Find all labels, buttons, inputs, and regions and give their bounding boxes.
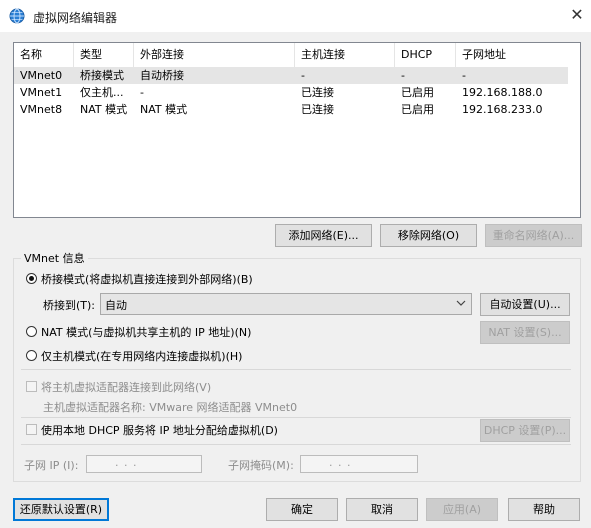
bridge-mode-label[interactable]: 桥接模式(将虚拟机直接连接到外部网络)(B): [41, 271, 253, 287]
cell-name: VMnet0: [20, 69, 63, 82]
nat-mode-radio[interactable]: [26, 326, 37, 337]
cell-subnet: 192.168.188.0: [462, 86, 543, 99]
subnet-mask-input[interactable]: . . .: [300, 455, 418, 473]
rename-network-button[interactable]: 重命名网络(A)...: [485, 224, 582, 247]
help-button[interactable]: 帮助: [508, 498, 580, 521]
cell-host: -: [301, 69, 305, 82]
divider: [21, 369, 571, 370]
dhcp-checkbox[interactable]: [26, 424, 37, 435]
auto-settings-button[interactable]: 自动设置(U)...: [480, 293, 570, 316]
cell-external: -: [140, 86, 144, 99]
column-header-external[interactable]: 外部连接: [134, 43, 295, 67]
vmnet-info-group: [13, 258, 581, 482]
table-row[interactable]: VMnet8 NAT 模式 NAT 模式 已连接 已启用 192.168.233…: [14, 101, 568, 118]
cell-subnet: -: [462, 69, 466, 82]
vmnet-info-legend: VMnet 信息: [21, 250, 88, 266]
cell-external: 自动桥接: [140, 69, 184, 82]
dhcp-label[interactable]: 使用本地 DHCP 服务将 IP 地址分配给虚拟机(D): [41, 422, 278, 438]
cell-dhcp: 已启用: [401, 86, 434, 99]
column-header-dhcp[interactable]: DHCP: [395, 43, 456, 67]
bridge-to-value: 自动: [105, 299, 127, 312]
subnet-ip-input[interactable]: . . .: [86, 455, 202, 473]
table-row[interactable]: VMnet1 仅主机... - 已连接 已启用 192.168.188.0: [14, 84, 568, 101]
bridge-to-select[interactable]: 自动: [100, 293, 472, 315]
cell-type: 桥接模式: [80, 69, 124, 82]
cell-host: 已连接: [301, 103, 334, 116]
nat-settings-button[interactable]: NAT 设置(S)...: [480, 321, 570, 344]
bridge-to-label: 桥接到(T):: [43, 299, 96, 312]
nat-mode-label[interactable]: NAT 模式(与虚拟机共享主机的 IP 地址)(N): [41, 324, 251, 340]
globe-icon: [9, 8, 25, 24]
adapter-name-label: 主机虚拟适配器名称: VMware 网络适配器 VMnet0: [43, 401, 298, 414]
divider: [21, 444, 571, 445]
cell-name: VMnet1: [20, 86, 63, 99]
cell-type: 仅主机...: [80, 86, 124, 99]
column-header-host[interactable]: 主机连接: [295, 43, 395, 67]
remove-network-button[interactable]: 移除网络(O): [380, 224, 477, 247]
network-table: 名称 类型 外部连接 主机连接 DHCP 子网地址 VMnet0 桥接模式 自动…: [13, 42, 581, 218]
table-row[interactable]: VMnet0 桥接模式 自动桥接 - - -: [14, 67, 568, 84]
column-header-name[interactable]: 名称: [14, 43, 74, 67]
window-title: 虚拟网络编辑器: [33, 11, 118, 25]
cell-host: 已连接: [301, 86, 334, 99]
connect-adapter-label[interactable]: 将主机虚拟适配器连接到此网络(V): [41, 379, 211, 395]
divider: [21, 417, 571, 418]
close-icon[interactable]: ✕: [566, 4, 588, 26]
bridge-mode-radio[interactable]: [26, 273, 37, 284]
cell-name: VMnet8: [20, 103, 63, 116]
add-network-button[interactable]: 添加网络(E)...: [275, 224, 372, 247]
apply-button[interactable]: 应用(A): [426, 498, 498, 521]
cell-type: NAT 模式: [80, 103, 128, 116]
restore-defaults-button[interactable]: 还原默认设置(R): [13, 498, 109, 521]
host-only-radio[interactable]: [26, 350, 37, 361]
cell-dhcp: -: [401, 69, 405, 82]
column-header-type[interactable]: 类型: [74, 43, 134, 67]
cell-subnet: 192.168.233.0: [462, 103, 543, 116]
connect-adapter-checkbox[interactable]: [26, 381, 37, 392]
column-header-subnet[interactable]: 子网地址: [456, 43, 568, 67]
ok-button[interactable]: 确定: [266, 498, 338, 521]
cell-external: NAT 模式: [140, 103, 188, 116]
cell-dhcp: 已启用: [401, 103, 434, 116]
cancel-button[interactable]: 取消: [346, 498, 418, 521]
host-only-label[interactable]: 仅主机模式(在专用网络内连接虚拟机)(H): [41, 348, 242, 364]
subnet-mask-label: 子网掩码(M):: [228, 459, 294, 472]
dhcp-settings-button[interactable]: DHCP 设置(P)...: [480, 419, 570, 442]
subnet-ip-label: 子网 IP (I):: [24, 459, 79, 472]
chevron-down-icon: [455, 297, 467, 309]
